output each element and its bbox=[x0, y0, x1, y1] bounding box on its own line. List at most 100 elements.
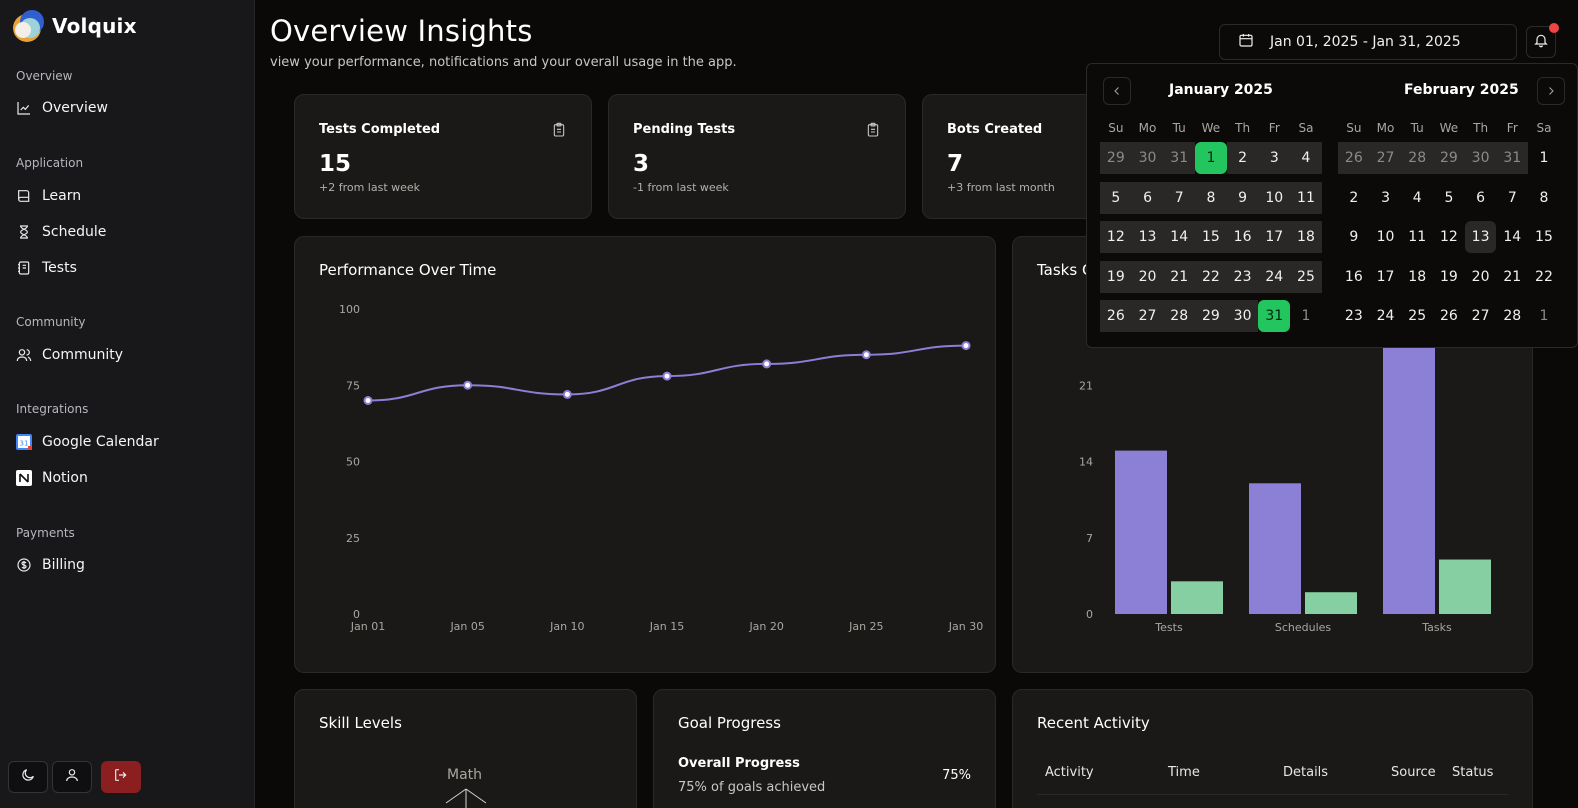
calendar-day[interactable]: 17 bbox=[1370, 261, 1402, 293]
sidebar-item-label: Learn bbox=[42, 188, 82, 204]
date-range-picker-button[interactable]: Jan 01, 2025 - Jan 31, 2025 bbox=[1219, 24, 1517, 60]
calendar-day[interactable]: 6 bbox=[1131, 181, 1164, 214]
calendar-day[interactable]: 4 bbox=[1290, 142, 1322, 174]
calendar-day[interactable]: 22 bbox=[1195, 260, 1227, 293]
sidebar-item-billing[interactable]: Billing bbox=[16, 555, 85, 575]
calendar-day[interactable]: 28 bbox=[1163, 300, 1196, 333]
calendar-day[interactable]: 24 bbox=[1370, 300, 1402, 332]
calendar-day[interactable]: 4 bbox=[1401, 182, 1433, 214]
calendar-day[interactable]: 30 bbox=[1131, 142, 1164, 174]
calendar-day[interactable]: 28 bbox=[1401, 142, 1434, 174]
calendar-day[interactable]: 10 bbox=[1258, 181, 1291, 214]
stat-value: 15 bbox=[319, 151, 352, 177]
calendar-day[interactable]: 20 bbox=[1131, 260, 1164, 293]
sidebar-item-google-calendar[interactable]: 31 Google Calendar bbox=[16, 432, 159, 452]
calendar-day[interactable]: 1 bbox=[1528, 300, 1560, 332]
calendar-day[interactable]: 1 bbox=[1195, 142, 1227, 174]
calendar-day[interactable]: 11 bbox=[1401, 221, 1433, 253]
calendar-day[interactable]: 3 bbox=[1258, 142, 1291, 174]
calendar-day[interactable]: 22 bbox=[1528, 261, 1560, 293]
calendar-day[interactable]: 19 bbox=[1433, 261, 1465, 293]
calendar-day[interactable]: 1 bbox=[1528, 142, 1560, 174]
sidebar-item-tests[interactable]: Tests bbox=[16, 258, 77, 278]
app-name: Volquix bbox=[52, 14, 137, 38]
brand[interactable]: Volquix bbox=[10, 8, 137, 44]
calendar-day[interactable]: 17 bbox=[1258, 221, 1291, 254]
calendar-day[interactable]: 31 bbox=[1258, 300, 1291, 333]
calendar-day[interactable]: 26 bbox=[1433, 300, 1465, 332]
column-header-source[interactable]: Source bbox=[1391, 765, 1436, 780]
column-header-status[interactable]: Status bbox=[1452, 765, 1493, 780]
calendar-day[interactable]: 15 bbox=[1195, 221, 1227, 254]
sidebar-item-schedule[interactable]: Schedule bbox=[16, 222, 106, 242]
calendar-day[interactable]: 2 bbox=[1226, 142, 1259, 174]
calendar-day[interactable]: 5 bbox=[1100, 181, 1132, 214]
calendar-day[interactable]: 2 bbox=[1338, 182, 1370, 214]
calendar-day[interactable]: 5 bbox=[1433, 182, 1465, 214]
calendar-day[interactable]: 9 bbox=[1338, 221, 1370, 253]
calendar-day[interactable]: 8 bbox=[1528, 182, 1560, 214]
calendar-day[interactable]: 7 bbox=[1163, 181, 1196, 214]
calendar-day[interactable]: 24 bbox=[1258, 260, 1291, 293]
prev-month-button[interactable] bbox=[1103, 77, 1131, 105]
profile-button[interactable] bbox=[52, 761, 92, 793]
calendar-day[interactable]: 27 bbox=[1465, 300, 1497, 332]
calendar-day[interactable]: 7 bbox=[1496, 182, 1528, 214]
calendar-day[interactable]: 26 bbox=[1338, 142, 1370, 174]
calendar-day[interactable]: 8 bbox=[1195, 181, 1227, 214]
data-point bbox=[463, 380, 473, 390]
notifications-button[interactable] bbox=[1526, 23, 1559, 58]
calendar-day[interactable]: 21 bbox=[1496, 261, 1528, 293]
sidebar-item-label: Schedule bbox=[42, 224, 107, 240]
calendar-day[interactable]: 23 bbox=[1226, 260, 1259, 293]
sidebar-item-notion[interactable]: Notion bbox=[16, 468, 88, 488]
calendar-day[interactable]: 6 bbox=[1465, 182, 1497, 214]
calendar-day[interactable]: 23 bbox=[1338, 300, 1370, 332]
calendar-day[interactable]: 19 bbox=[1100, 260, 1132, 293]
calendar-day[interactable]: 13 bbox=[1464, 221, 1497, 254]
calendar-day[interactable]: 30 bbox=[1226, 300, 1259, 333]
calendar-day[interactable]: 11 bbox=[1290, 181, 1322, 214]
column-header-details[interactable]: Details bbox=[1283, 765, 1328, 780]
calendar-day[interactable]: 12 bbox=[1100, 221, 1132, 254]
calendar-day[interactable]: 14 bbox=[1163, 221, 1196, 254]
calendar-day[interactable]: 27 bbox=[1369, 142, 1402, 174]
calendar-day[interactable]: 30 bbox=[1464, 142, 1497, 174]
calendar-day[interactable]: 29 bbox=[1195, 300, 1227, 333]
next-month-button[interactable] bbox=[1537, 77, 1565, 105]
logout-button[interactable] bbox=[101, 761, 141, 793]
column-header-time[interactable]: Time bbox=[1168, 765, 1200, 780]
calendar-day[interactable]: 26 bbox=[1100, 300, 1132, 333]
theme-toggle-button[interactable] bbox=[8, 761, 48, 793]
calendar-day[interactable]: 29 bbox=[1433, 142, 1465, 174]
calendar-day[interactable]: 27 bbox=[1131, 300, 1164, 333]
calendar-day[interactable]: 21 bbox=[1163, 260, 1196, 293]
calendar-day[interactable]: 28 bbox=[1496, 300, 1528, 332]
calendar-day[interactable]: 10 bbox=[1370, 221, 1402, 253]
performance-line-chart: 0255075100Jan 01 Jan 05 Jan 10 Jan 15 Jan 20… bbox=[339, 303, 983, 633]
calendar-day[interactable]: 31 bbox=[1163, 142, 1196, 174]
calendar-day[interactable]: 16 bbox=[1338, 261, 1370, 293]
calendar-day[interactable]: 3 bbox=[1370, 182, 1402, 214]
stat-value: 3 bbox=[633, 151, 650, 177]
sidebar-item-label: Google Calendar bbox=[42, 434, 159, 450]
calendar-day[interactable]: 29 bbox=[1100, 142, 1132, 174]
calendar-day[interactable]: 18 bbox=[1401, 261, 1433, 293]
calendar-day[interactable]: 15 bbox=[1528, 221, 1560, 253]
data-point bbox=[562, 389, 572, 399]
calendar-day[interactable]: 1 bbox=[1290, 300, 1322, 332]
sidebar-item-community[interactable]: Community bbox=[16, 345, 123, 365]
calendar-day[interactable]: 25 bbox=[1290, 260, 1322, 293]
calendar-day[interactable]: 25 bbox=[1401, 300, 1433, 332]
calendar-day[interactable]: 20 bbox=[1465, 261, 1497, 293]
calendar-day[interactable]: 16 bbox=[1226, 221, 1259, 254]
calendar-day[interactable]: 14 bbox=[1496, 221, 1528, 253]
sidebar-item-learn[interactable]: Learn bbox=[16, 186, 81, 206]
column-header-activity[interactable]: Activity bbox=[1045, 765, 1094, 780]
sidebar-item-overview[interactable]: Overview bbox=[16, 98, 108, 118]
calendar-day[interactable]: 9 bbox=[1226, 181, 1259, 214]
calendar-day[interactable]: 13 bbox=[1131, 221, 1164, 254]
calendar-day[interactable]: 31 bbox=[1496, 142, 1529, 174]
calendar-day[interactable]: 18 bbox=[1290, 221, 1322, 254]
calendar-day[interactable]: 12 bbox=[1433, 221, 1465, 253]
